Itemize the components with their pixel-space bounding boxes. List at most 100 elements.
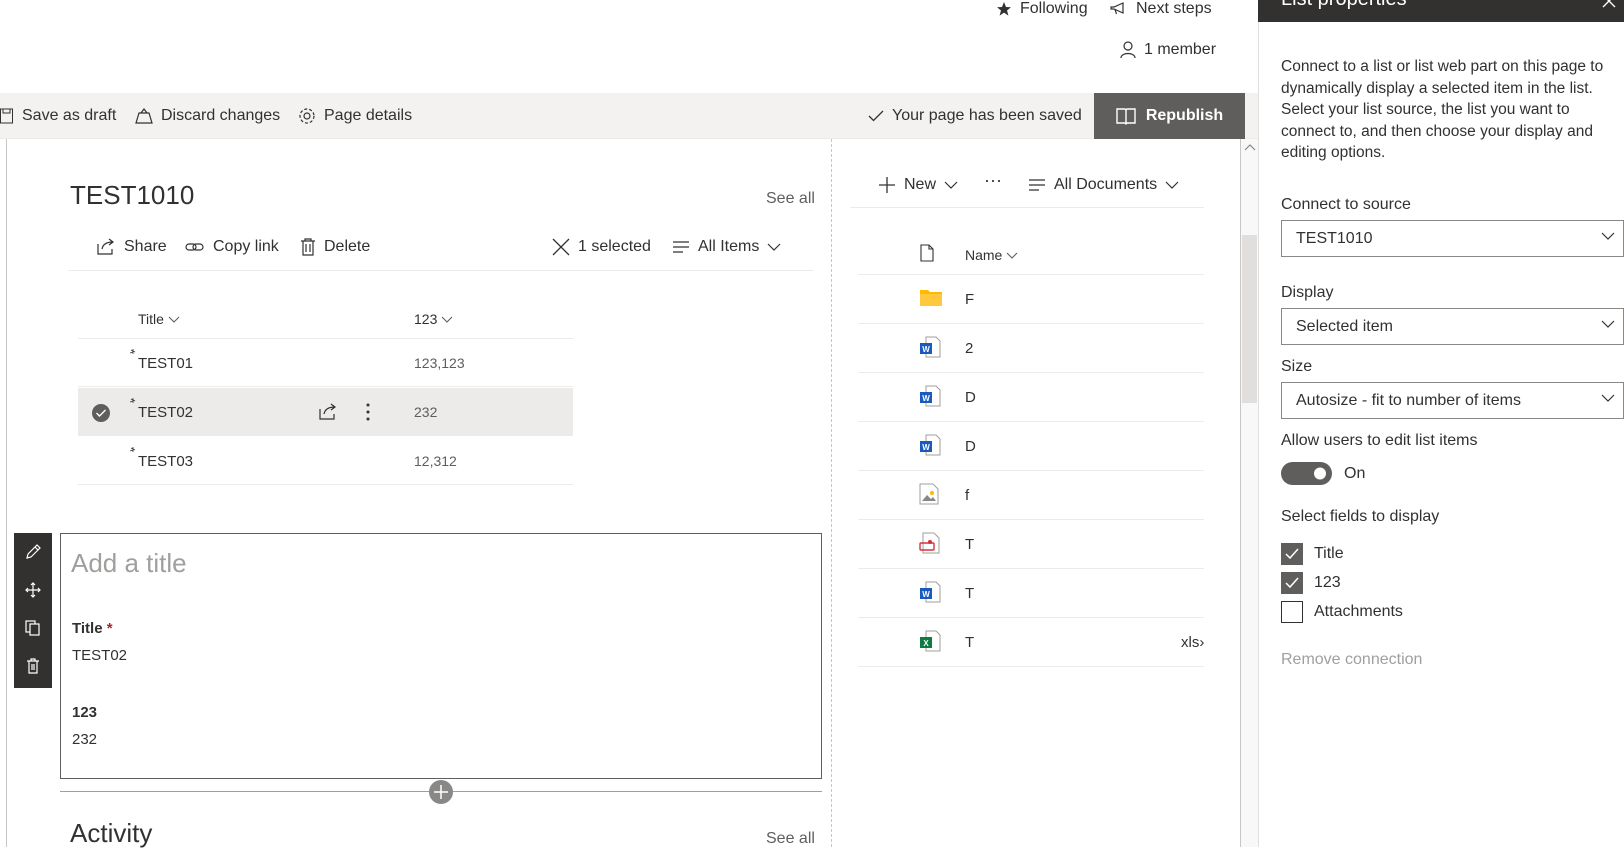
- document-name[interactable]: T: [965, 585, 974, 602]
- delete-button[interactable]: Delete: [300, 238, 370, 256]
- document-name[interactable]: T: [965, 634, 974, 651]
- row-title[interactable]: TEST03: [138, 453, 193, 470]
- edit-webpart-button[interactable]: [14, 533, 52, 571]
- following-label: Following: [1020, 0, 1088, 17]
- document-name[interactable]: F: [965, 291, 974, 308]
- new-label: New: [904, 176, 937, 193]
- chevron-down-icon: [767, 243, 781, 251]
- document-row[interactable]: T: [858, 520, 1204, 569]
- column-header-name[interactable]: Name: [965, 247, 1018, 263]
- more-options-button[interactable]: ···: [984, 170, 1002, 191]
- document-row[interactable]: W 2: [858, 324, 1204, 373]
- field-title-value[interactable]: TEST02: [72, 647, 127, 664]
- document-row[interactable]: W D: [858, 422, 1204, 471]
- delete-webpart-button[interactable]: [14, 647, 52, 685]
- allow-edit-toggle[interactable]: On: [1281, 462, 1365, 485]
- more-vertical-icon[interactable]: [366, 403, 370, 421]
- field-checkbox-label: 123: [1314, 574, 1341, 591]
- document-name[interactable]: f: [965, 487, 969, 504]
- field-checkbox-123[interactable]: 123: [1281, 572, 1341, 594]
- checkmark-icon: [1285, 577, 1299, 589]
- share-button[interactable]: Share: [96, 238, 167, 256]
- document-row[interactable]: f: [858, 471, 1204, 520]
- save-as-draft-button[interactable]: Save as draft: [0, 93, 116, 139]
- scrollbar-thumb[interactable]: [1242, 235, 1257, 403]
- checkbox[interactable]: [1281, 572, 1303, 594]
- document-row[interactable]: W T: [858, 569, 1204, 618]
- document-name[interactable]: D: [965, 389, 976, 406]
- activity-see-all-link[interactable]: See all: [766, 830, 815, 848]
- source-dropdown[interactable]: TEST1010: [1281, 220, 1624, 257]
- clear-selection-button[interactable]: 1 selected: [552, 238, 651, 256]
- next-steps-button[interactable]: Next steps: [1110, 0, 1212, 18]
- documents-view-switcher[interactable]: All Documents: [1028, 176, 1179, 194]
- list-row-selected[interactable]: TEST02 232: [78, 388, 573, 436]
- star-icon: [997, 2, 1011, 16]
- chevron-down-icon: [168, 316, 180, 323]
- checkbox[interactable]: [1281, 543, 1303, 565]
- row-value: 123,123: [414, 355, 465, 371]
- list-item-form-webpart[interactable]: Add a title Title * TEST02 123 232: [60, 533, 822, 779]
- svg-text:W: W: [922, 443, 930, 452]
- next-steps-label: Next steps: [1136, 0, 1212, 17]
- property-pane-header: List properties: [1258, 0, 1624, 22]
- republish-button[interactable]: Republish: [1094, 93, 1245, 139]
- checkbox[interactable]: [1281, 601, 1303, 623]
- move-webpart-button[interactable]: [14, 571, 52, 609]
- row-title[interactable]: TEST01: [138, 355, 193, 372]
- chevron-down-icon: [1601, 394, 1615, 402]
- document-row[interactable]: W D: [858, 373, 1204, 422]
- row-title[interactable]: TEST02: [138, 404, 193, 421]
- selected-check-icon[interactable]: [91, 403, 111, 423]
- new-document-button[interactable]: New: [878, 176, 958, 194]
- remove-connection-link[interactable]: Remove connection: [1281, 651, 1422, 669]
- list-row[interactable]: TEST01 123,123: [78, 339, 573, 387]
- add-webpart-icon[interactable]: [428, 779, 454, 805]
- display-dropdown[interactable]: Selected item: [1281, 308, 1624, 345]
- document-name[interactable]: T: [965, 536, 974, 553]
- duplicate-webpart-button[interactable]: [14, 609, 52, 647]
- chevron-down-icon: [1006, 252, 1018, 259]
- new-item-icon: [130, 447, 136, 452]
- close-icon[interactable]: [1602, 0, 1616, 8]
- form-field-label: Title *: [72, 620, 113, 637]
- scroll-up-icon[interactable]: [1244, 143, 1256, 151]
- document-row[interactable]: F: [858, 275, 1204, 324]
- documents-view-label: All Documents: [1054, 176, 1158, 193]
- webpart-toolbar: [14, 533, 52, 688]
- file-type-icon: [920, 244, 934, 262]
- chevron-down-icon: [944, 181, 958, 189]
- list-row[interactable]: TEST03 12,312: [78, 437, 573, 485]
- column-header-title-label: Title: [138, 311, 164, 327]
- column-header-title[interactable]: Title: [138, 311, 180, 327]
- document-name[interactable]: D: [965, 438, 976, 455]
- field-checkbox-title[interactable]: Title: [1281, 543, 1344, 565]
- discard-changes-button[interactable]: Discard changes: [135, 93, 280, 139]
- list-view-switcher[interactable]: All Items: [672, 238, 781, 256]
- toggle-switch[interactable]: [1281, 462, 1332, 485]
- discard-icon: [135, 108, 153, 124]
- share-icon[interactable]: [318, 403, 338, 421]
- word-icon: W: [920, 385, 941, 407]
- field-title-label: Title: [72, 620, 103, 637]
- document-row[interactable]: X T xls›: [858, 618, 1204, 667]
- members-button[interactable]: 1 member: [1120, 41, 1216, 59]
- form-title-input[interactable]: Add a title: [71, 548, 187, 579]
- field-checkbox-attachments[interactable]: Attachments: [1281, 601, 1403, 623]
- size-dropdown[interactable]: Autosize - fit to number of items: [1281, 382, 1624, 419]
- activity-title: Activity: [70, 818, 153, 848]
- following-button[interactable]: Following: [996, 0, 1088, 18]
- field-123-label: 123: [72, 704, 98, 721]
- page-details-button[interactable]: Page details: [298, 93, 412, 139]
- field-123-value[interactable]: 232: [72, 731, 97, 748]
- chevron-down-icon: [441, 316, 453, 323]
- list-see-all-link[interactable]: See all: [766, 190, 815, 208]
- document-name[interactable]: 2: [965, 340, 973, 357]
- svg-text:W: W: [922, 590, 930, 599]
- size-value: Autosize - fit to number of items: [1296, 391, 1521, 409]
- column-header-123[interactable]: 123: [414, 311, 453, 327]
- display-value: Selected item: [1296, 317, 1393, 335]
- close-icon: [552, 238, 570, 256]
- view-lines-icon: [1029, 179, 1045, 191]
- copy-link-button[interactable]: Copy link: [185, 238, 279, 256]
